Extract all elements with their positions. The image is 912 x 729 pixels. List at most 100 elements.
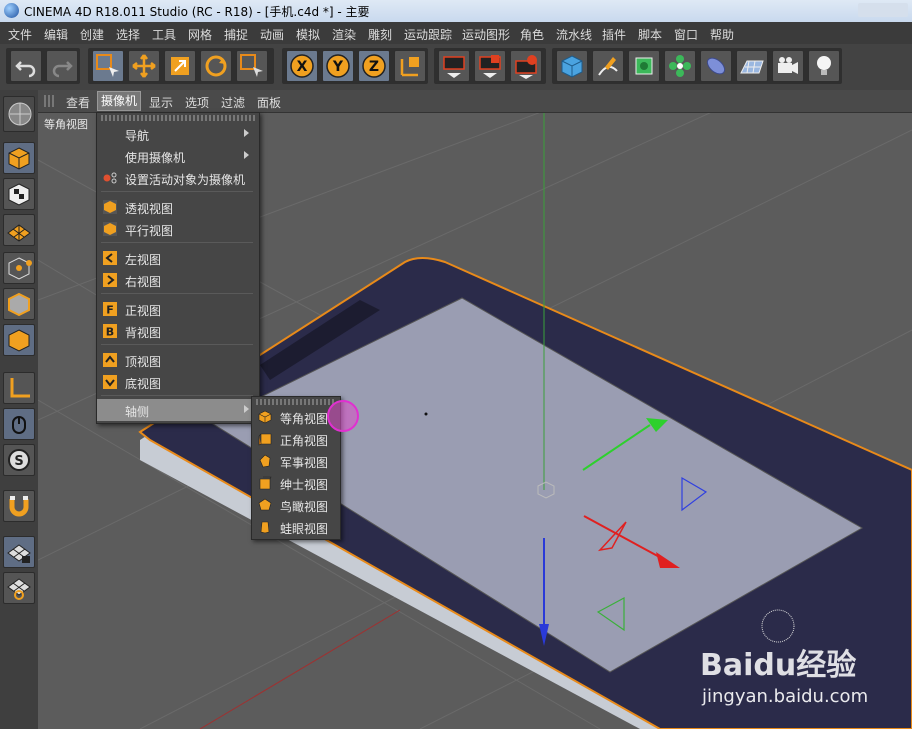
menu-item-set-active-camera[interactable]: 设置活动对象为摄像机	[97, 167, 257, 189]
planar-workplane-icon[interactable]	[3, 572, 35, 604]
menu-simulate[interactable]: 模拟	[296, 26, 320, 43]
menu-mesh[interactable]: 网格	[188, 26, 212, 43]
menu-tools[interactable]: 工具	[152, 26, 176, 43]
live-selection-icon[interactable]	[92, 50, 124, 82]
camera-object-icon	[103, 172, 117, 184]
menu-item-use-camera[interactable]: 使用摄像机	[97, 145, 257, 167]
y-axis-icon[interactable]: Y	[322, 50, 354, 82]
menu-item-axonometric[interactable]: 轴侧	[97, 399, 257, 421]
render-picture-viewer-icon[interactable]	[474, 50, 506, 82]
lock-workplane-icon[interactable]	[3, 536, 35, 568]
rotate-icon[interactable]	[200, 50, 232, 82]
title-bar: CINEMA 4D R18.011 Studio (RC - R18) - [手…	[0, 0, 912, 22]
watermark-brand: Baidu经验	[700, 648, 857, 683]
light-icon[interactable]	[808, 50, 840, 82]
submenu-item-isometric[interactable]: 等角视图	[252, 406, 338, 428]
menu-item-perspective[interactable]: 透视视图	[97, 196, 257, 218]
snap-icon[interactable]: S	[3, 444, 35, 476]
menu-help[interactable]: 帮助	[710, 26, 734, 43]
tweak-mode-icon[interactable]	[3, 408, 35, 440]
menu-mograph[interactable]: 运动图形	[462, 26, 510, 43]
x-axis-icon[interactable]: X	[286, 50, 318, 82]
menu-animate[interactable]: 动画	[260, 26, 284, 43]
submenu-grip[interactable]	[256, 399, 336, 405]
cube-icon[interactable]	[556, 50, 588, 82]
submenu-item-label: 等角视图	[280, 412, 329, 426]
coordinate-system-icon[interactable]	[394, 50, 426, 82]
menu-select[interactable]: 选择	[116, 26, 140, 43]
menu-plugins[interactable]: 插件	[602, 26, 626, 43]
redo-icon[interactable]	[46, 50, 78, 82]
menu-file[interactable]: 文件	[8, 26, 32, 43]
workplane-mode-icon[interactable]	[3, 214, 35, 246]
vp-menu-filter[interactable]: 过滤	[221, 94, 245, 111]
cinema4d-app-icon	[4, 3, 19, 18]
menu-sculpt[interactable]: 雕刻	[368, 26, 392, 43]
vp-menu-options[interactable]: 选项	[185, 94, 209, 111]
menu-script[interactable]: 脚本	[638, 26, 662, 43]
floor-icon[interactable]	[736, 50, 768, 82]
vp-menu-display[interactable]: 显示	[149, 94, 173, 111]
vp-menu-panel[interactable]: 面板	[257, 94, 281, 111]
vp-menu-view[interactable]: 查看	[66, 94, 90, 111]
dimetric-cube-icon	[258, 433, 272, 446]
camera-icon[interactable]	[772, 50, 804, 82]
menu-snap[interactable]: 捕捉	[224, 26, 248, 43]
main-menubar: 文件 编辑 创建 选择 工具 网格 捕捉 动画 模拟 渲染 雕刻 运动跟踪 运动…	[0, 22, 912, 44]
menu-item-front-view[interactable]: F 正视图	[97, 298, 257, 320]
viewport-menubar: 查看 摄像机 显示 选项 过滤 面板	[38, 90, 912, 113]
menu-motion-tracking[interactable]: 运动跟踪	[404, 26, 452, 43]
model-mode-icon[interactable]	[3, 142, 35, 174]
menu-item-left-view[interactable]: 左视图	[97, 247, 257, 269]
birds-eye-cube-icon	[258, 498, 272, 511]
baidu-jingyan-watermark: Baidu经验 jingyan.baidu.com	[700, 640, 900, 720]
submenu-item-dimetric[interactable]: 正角视图	[252, 428, 338, 450]
edges-mode-icon[interactable]	[3, 288, 35, 320]
undo-icon[interactable]	[10, 50, 42, 82]
menu-create[interactable]: 创建	[80, 26, 104, 43]
menu-window[interactable]: 窗口	[674, 26, 698, 43]
recent-tool-icon[interactable]	[236, 50, 268, 82]
render-view-icon[interactable]	[438, 50, 470, 82]
dropdown-grip[interactable]	[101, 115, 255, 121]
menu-pipeline[interactable]: 流水线	[556, 26, 592, 43]
cloner-icon[interactable]	[664, 50, 696, 82]
menu-separator	[101, 293, 253, 294]
isometric-cube-icon	[258, 410, 272, 424]
viewport-grip-icon[interactable]	[44, 95, 56, 107]
submenu-item-birds-eye[interactable]: 鸟瞰视图	[252, 494, 338, 516]
pen-icon[interactable]	[592, 50, 624, 82]
scale-icon[interactable]	[164, 50, 196, 82]
submenu-arrow-icon	[244, 151, 249, 159]
points-mode-icon[interactable]	[3, 252, 35, 284]
vp-menu-cameras[interactable]: 摄像机	[96, 91, 142, 111]
menu-item-right-view[interactable]: 右视图	[97, 269, 257, 291]
subdivision-icon[interactable]	[628, 50, 660, 82]
menu-item-bottom-view[interactable]: 底视图	[97, 371, 257, 393]
menu-item-label: 正视图	[125, 304, 162, 318]
axis-mode-icon[interactable]	[3, 372, 35, 404]
menu-item-parallel[interactable]: 平行视图	[97, 218, 257, 240]
move-icon[interactable]	[128, 50, 160, 82]
submenu-item-military[interactable]: 军事视图	[252, 450, 338, 472]
render-settings-icon[interactable]	[510, 50, 542, 82]
polygons-mode-icon[interactable]	[3, 324, 35, 356]
menu-item-top-view[interactable]: 顶视图	[97, 349, 257, 371]
y-axis-label: Y	[332, 59, 344, 75]
menu-edit[interactable]: 编辑	[44, 26, 68, 43]
menu-item-navigation[interactable]: 导航	[97, 123, 257, 145]
submenu-item-label: 鸟瞰视图	[280, 500, 329, 514]
menu-character[interactable]: 角色	[520, 26, 544, 43]
submenu-item-frog-eye[interactable]: 蛙眼视图	[252, 516, 338, 538]
magnet-icon[interactable]	[3, 490, 35, 522]
window-controls[interactable]	[858, 3, 908, 17]
menu-item-back-view[interactable]: B 背视图	[97, 320, 257, 342]
menu-render[interactable]: 渲染	[332, 26, 356, 43]
z-axis-icon[interactable]: Z	[358, 50, 390, 82]
make-editable-icon[interactable]	[3, 96, 35, 132]
submenu-item-gentleman[interactable]: 绅士视图	[252, 472, 338, 494]
deformer-icon[interactable]	[700, 50, 732, 82]
mode-toolbar: S	[0, 90, 39, 729]
military-cube-icon	[259, 454, 271, 468]
texture-mode-icon[interactable]	[3, 178, 35, 210]
